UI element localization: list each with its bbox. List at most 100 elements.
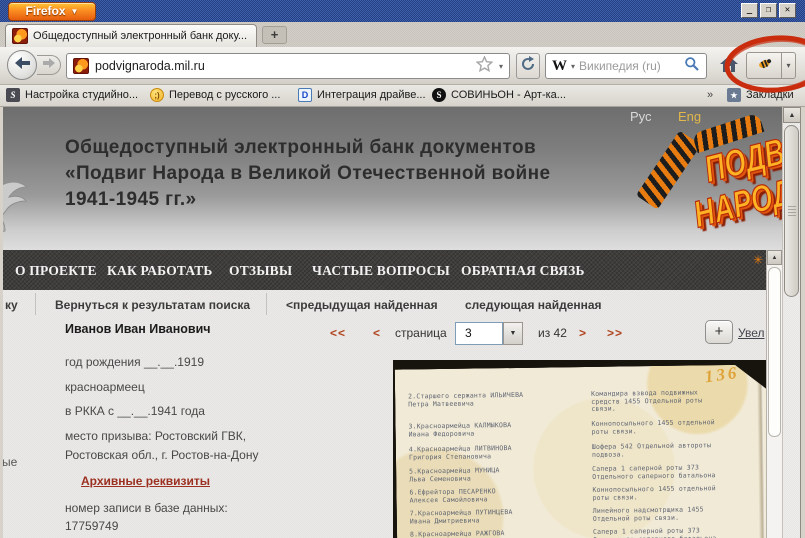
scan-soldier-role: Коннопосыльного 1455 отдельной роты связ… — [591, 419, 759, 436]
scan-soldier-role: Сапера 1 саперной роты 373 Отдельного са… — [593, 527, 761, 538]
zoom-link[interactable]: Увел — [738, 326, 764, 340]
bookmark-item[interactable]: D Интеграция драйве... — [298, 88, 426, 102]
titlebar: Firefox▼ _ ❐ ✕ — [0, 0, 805, 22]
close-button[interactable]: ✕ — [779, 3, 796, 18]
new-tab-button[interactable]: + — [262, 26, 287, 44]
scan-soldier-role: Коннопосыльного 1455 отдельной роты связ… — [592, 485, 760, 502]
page-total-label: из 42 — [538, 326, 567, 340]
url-bar[interactable]: podvignaroda.mil.ru ▾ — [66, 53, 510, 79]
page-scrollbar[interactable]: ▲ — [782, 107, 800, 538]
scan-soldier-role: Сапера 1 саперной роты 373 Отдельного са… — [592, 464, 760, 481]
forward-button[interactable] — [37, 55, 61, 75]
scan-soldier-name: 4.Красноармейца ЛИТВИНОВА Григория Степа… — [409, 444, 581, 461]
site-title-line3: 1941-1945 гг.» — [65, 187, 550, 213]
inner-scrollbar-thumb[interactable] — [768, 267, 781, 437]
scroll-up-icon[interactable]: ▲ — [783, 107, 801, 123]
document-scan[interactable]: 136 2.Старшего сержанта ИЛЬИЧЕВА Петра М… — [393, 360, 766, 538]
menu-item-feedback[interactable]: ОБРАТНАЯ СВЯЗЬ — [461, 263, 585, 279]
back-to-results-link[interactable]: Вернуться к результатам поиска — [55, 298, 250, 312]
site-header: Рус Eng Общедоступный электронный банк д… — [3, 107, 782, 250]
inner-scrollbar[interactable]: ▲ — [766, 250, 782, 538]
page-scrollbar-thumb[interactable] — [784, 125, 799, 297]
bookmark-label: Перевод с русского ... — [169, 89, 280, 101]
truncated-left-link[interactable]: ку — [5, 298, 18, 312]
search-engine-caret-icon[interactable]: ▾ — [571, 62, 575, 71]
scan-soldier-name: 2.Старшего сержанта ИЛЬИЧЕВА Петра Матве… — [408, 391, 580, 408]
scan-soldier-role: Линейного надсмотрщика 1455 Отдельной ро… — [593, 506, 761, 523]
db-record-label: номер записи в базе данных: — [65, 501, 228, 515]
maximize-button[interactable]: ❐ — [760, 3, 777, 18]
bee-addon-icon — [754, 55, 774, 76]
site-favicon — [12, 28, 28, 44]
studio-bookmark-icon: S — [6, 88, 20, 102]
firefox-menu-button[interactable]: Firefox▼ — [8, 2, 96, 21]
truncated-left-text: ые — [3, 455, 17, 469]
bookmarks-overflow-chevron[interactable]: » — [707, 89, 713, 101]
back-arrow-icon — [13, 55, 31, 76]
addon-dropdown-button[interactable]: ▾ — [782, 52, 796, 79]
site-title: Общедоступный электронный банк документо… — [65, 135, 550, 213]
url-text[interactable]: podvignaroda.mil.ru — [95, 59, 470, 73]
bookmark-item[interactable]: ;) Перевод с русского ... — [150, 88, 280, 102]
eagle-emblem-icon — [3, 173, 39, 240]
forward-arrow-icon — [42, 56, 56, 74]
bookmarks-star-icon: ★ — [727, 88, 741, 102]
scan-row: 8.Красноармейца РАЖГОВА Сапера 1 саперно… — [397, 526, 766, 531]
s-bookmark-icon: S — [432, 88, 446, 102]
bookmark-item[interactable]: S СОВИНЬОН - Арт-ка... — [432, 88, 566, 102]
person-rkka-since: в РККА с __.__.1941 года — [65, 404, 205, 418]
db-record-number: 17759749 — [65, 519, 118, 533]
minimize-button[interactable]: _ — [741, 3, 758, 18]
search-engine-icon[interactable]: W — [552, 58, 567, 75]
home-icon — [719, 55, 739, 78]
prev-found-link[interactable]: <предыдущая найденная — [286, 298, 438, 312]
active-tab[interactable]: Общедоступный электронный банк доку... — [5, 24, 257, 47]
back-button[interactable] — [7, 50, 37, 80]
urlbar-favicon — [73, 58, 89, 74]
divider — [35, 293, 36, 315]
prev-page-button[interactable]: < — [373, 326, 381, 340]
addon-button[interactable] — [746, 52, 782, 79]
search-magnifier-icon[interactable] — [684, 56, 700, 77]
bookmark-label: СОВИНЬОН - Арт-ка... — [451, 89, 566, 101]
smiley-bookmark-icon: ;) — [150, 88, 164, 102]
home-button[interactable] — [716, 53, 742, 79]
scan-soldier-name: 8.Красноармейца РАЖГОВА — [410, 529, 582, 538]
lang-eng-link[interactable]: Eng — [678, 109, 701, 124]
menu-item-faq[interactable]: ЧАСТЫЕ ВОПРОСЫ — [312, 263, 450, 279]
bookmarks-menu-label: Закладки — [746, 89, 794, 101]
first-page-button[interactable]: << — [330, 326, 346, 340]
scan-soldier-name: 5.Красноармейца МУНИЦА Льва Семеновича — [409, 466, 581, 483]
menu-item-about[interactable]: О ПРОЕКТЕ — [15, 263, 97, 279]
search-input[interactable]: Википедия (ru) — [579, 59, 680, 73]
menu-item-howto[interactable]: КАК РАБОТАТЬ — [107, 263, 213, 279]
next-page-button[interactable]: > — [579, 326, 587, 340]
page-dropdown-button[interactable]: ▼ — [503, 322, 523, 345]
next-found-link[interactable]: следующая найденная — [465, 298, 602, 312]
site-menu-bar: О ПРОЕКТЕ КАК РАБОТАТЬ ОТЗЫВЫ ЧАСТЫЕ ВОП… — [3, 250, 766, 290]
scan-row: 4.Красноармейца ЛИТВИНОВА Григория Степа… — [396, 441, 766, 446]
zoom-in-button[interactable]: + — [705, 320, 733, 344]
navigation-toolbar: podvignaroda.mil.ru ▾ W ▾ Википедия (ru) — [0, 47, 805, 85]
page-number-input[interactable]: 3 — [455, 322, 503, 345]
bookmark-star-icon[interactable] — [476, 56, 493, 77]
bookmark-label: Настройка студийно... — [25, 89, 138, 101]
person-birth-year: год рождения __.__.1919 — [65, 355, 204, 369]
scan-soldier-name: 3.Красноармейца КАЛМЫКОВА Ивана Федорови… — [408, 421, 580, 438]
search-box[interactable]: W ▾ Википедия (ru) — [545, 53, 707, 79]
chevron-down-icon: ▼ — [71, 3, 79, 20]
menu-item-reviews[interactable]: ОТЗЫВЫ — [229, 263, 292, 279]
reload-button[interactable] — [516, 53, 540, 79]
inner-scroll-up-icon[interactable]: ▲ — [767, 250, 782, 265]
bookmark-item[interactable]: S Настройка студийно... — [6, 88, 138, 102]
last-page-button[interactable]: >> — [607, 326, 623, 340]
lang-rus-link[interactable]: Рус — [630, 109, 652, 124]
bookmarks-menu-button[interactable]: ★ Закладки — [727, 88, 794, 102]
person-name: Иванов Иван Иванович — [65, 322, 211, 336]
archive-details-link[interactable]: Архивные реквизиты — [81, 474, 210, 488]
star-dropdown-caret-icon[interactable]: ▾ — [499, 62, 503, 71]
orange-sparkle-icon: ✳ — [753, 253, 763, 267]
site-title-line2: «Подвиг Народа в Великой Отечественной в… — [65, 161, 550, 187]
divider — [266, 293, 267, 315]
scan-soldier-name: 7.Красноармейца ПУТИНЦЕВА Ивана Дмитриев… — [410, 508, 582, 525]
